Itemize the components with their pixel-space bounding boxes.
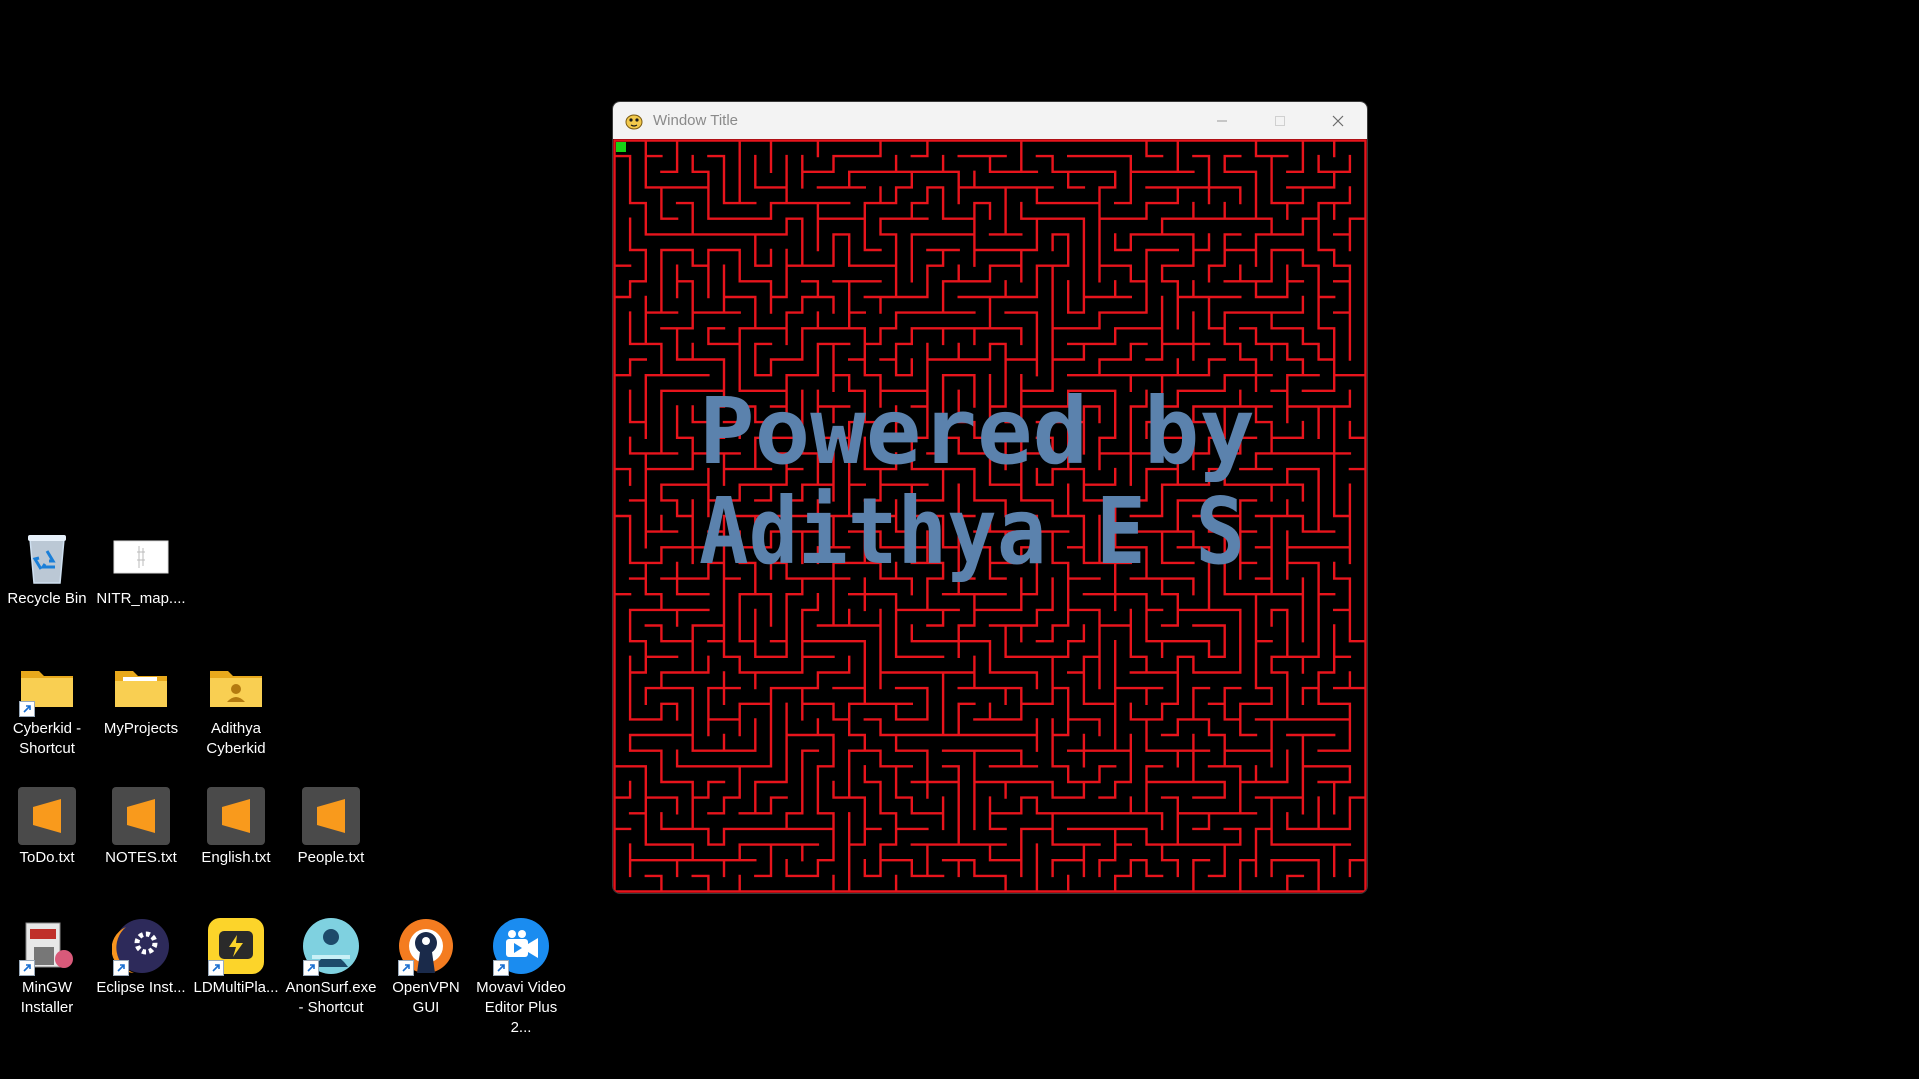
desktop-icon-eclipse[interactable]: Eclipse Inst... (94, 916, 188, 998)
anonsurf-icon (301, 916, 361, 976)
desktop-icon-openvpn[interactable]: OpenVPN GUI (379, 916, 473, 1018)
desktop-icon-todo[interactable]: ToDo.txt (0, 786, 94, 868)
maximize-button[interactable] (1251, 102, 1309, 139)
desktop-icon-label: Recycle Bin (7, 590, 87, 607)
desktop-icon-label: OpenVPN GUI (392, 979, 460, 1016)
folder-icon (111, 657, 171, 717)
desktop-icon-mingw[interactable]: MinGW Installer (0, 916, 94, 1018)
pygame-snake-icon (625, 114, 643, 129)
openvpn-icon (396, 916, 456, 976)
minimize-icon (1217, 120, 1227, 121)
desktop-icon-notes[interactable]: NOTES.txt (94, 786, 188, 868)
desktop-icon-label: Eclipse Inst... (96, 979, 186, 996)
desktop-icon-label: NITR_map.... (96, 590, 186, 607)
desktop-icon-ldmultiplayer[interactable]: LDMultiPla... (189, 916, 283, 998)
overlay-text: Powered by Adithya E S (699, 378, 1255, 585)
user-folder-icon (206, 657, 266, 717)
desktop-icon-label: MinGW Installer (20, 979, 74, 1016)
desktop-icon-label: AnonSurf.exe - Shortcut (285, 979, 377, 1016)
sublime-text-icon (111, 786, 171, 846)
desktop-icon-adithya-cyberkid[interactable]: Adithya Cyberkid (189, 657, 283, 759)
desktop-icon-label: People.txt (297, 849, 365, 866)
eclipse-installer-icon (111, 916, 171, 976)
desktop-icon-label: MyProjects (103, 720, 179, 737)
close-button[interactable] (1309, 102, 1367, 139)
shortcut-arrow-icon (208, 960, 224, 976)
desktop-icon-anonsurf[interactable]: AnonSurf.exe - Shortcut (284, 916, 378, 1018)
shortcut-arrow-icon (113, 960, 129, 976)
shortcut-arrow-icon (303, 960, 319, 976)
desktop-icon-movavi[interactable]: Movavi Video Editor Plus 2... (474, 916, 568, 1038)
desktop-icon-nitr-map[interactable]: NITR_map.... (94, 527, 188, 609)
maze-canvas[interactable]: Powered by Adithya E S (613, 139, 1367, 893)
desktop-icon-label: Adithya Cyberkid (206, 720, 266, 757)
mingw-installer-icon (17, 916, 77, 976)
desktop-icon-label: Cyberkid - Shortcut (12, 720, 82, 757)
desktop-icon-label: ToDo.txt (19, 849, 75, 866)
desktop-icon-label: English.txt (201, 849, 271, 866)
overlay-line-1: Powered by (699, 378, 1255, 485)
maximize-icon (1275, 115, 1285, 126)
desktop-icon-myprojects[interactable]: MyProjects (94, 657, 188, 739)
window-titlebar[interactable]: Window Title (613, 102, 1367, 139)
desktop-icon-label: NOTES.txt (105, 849, 177, 866)
folder-shortcut-icon (17, 657, 77, 717)
close-icon (1332, 115, 1344, 126)
ldmultiplayer-icon (206, 916, 266, 976)
recycle-bin-icon (17, 527, 77, 587)
window-title: Window Title (653, 112, 739, 129)
desktop-icon-label: Movavi Video Editor Plus 2... (476, 979, 566, 1036)
minimize-button[interactable] (1193, 102, 1251, 139)
sublime-text-icon (206, 786, 266, 846)
movavi-icon (491, 916, 551, 976)
desktop-icon-english[interactable]: English.txt (189, 786, 283, 868)
overlay-line-2: Adithya E S (699, 478, 1245, 585)
desktop-icon-recycle-bin[interactable]: Recycle Bin (0, 527, 94, 609)
desktop-icon-cyberkid-shortcut[interactable]: Cyberkid - Shortcut (0, 657, 94, 759)
sublime-text-icon (301, 786, 361, 846)
shortcut-arrow-icon (493, 960, 509, 976)
shortcut-arrow-icon (19, 701, 35, 717)
shortcut-arrow-icon (398, 960, 414, 976)
shortcut-arrow-icon (19, 960, 35, 976)
sublime-text-icon (17, 786, 77, 846)
desktop-icon-people[interactable]: People.txt (284, 786, 378, 868)
image-file-icon (111, 527, 171, 587)
player-marker (616, 142, 626, 152)
desktop-icon-label: LDMultiPla... (193, 979, 279, 996)
game-window[interactable]: Window Title Powered by Adithya E S (612, 101, 1368, 894)
